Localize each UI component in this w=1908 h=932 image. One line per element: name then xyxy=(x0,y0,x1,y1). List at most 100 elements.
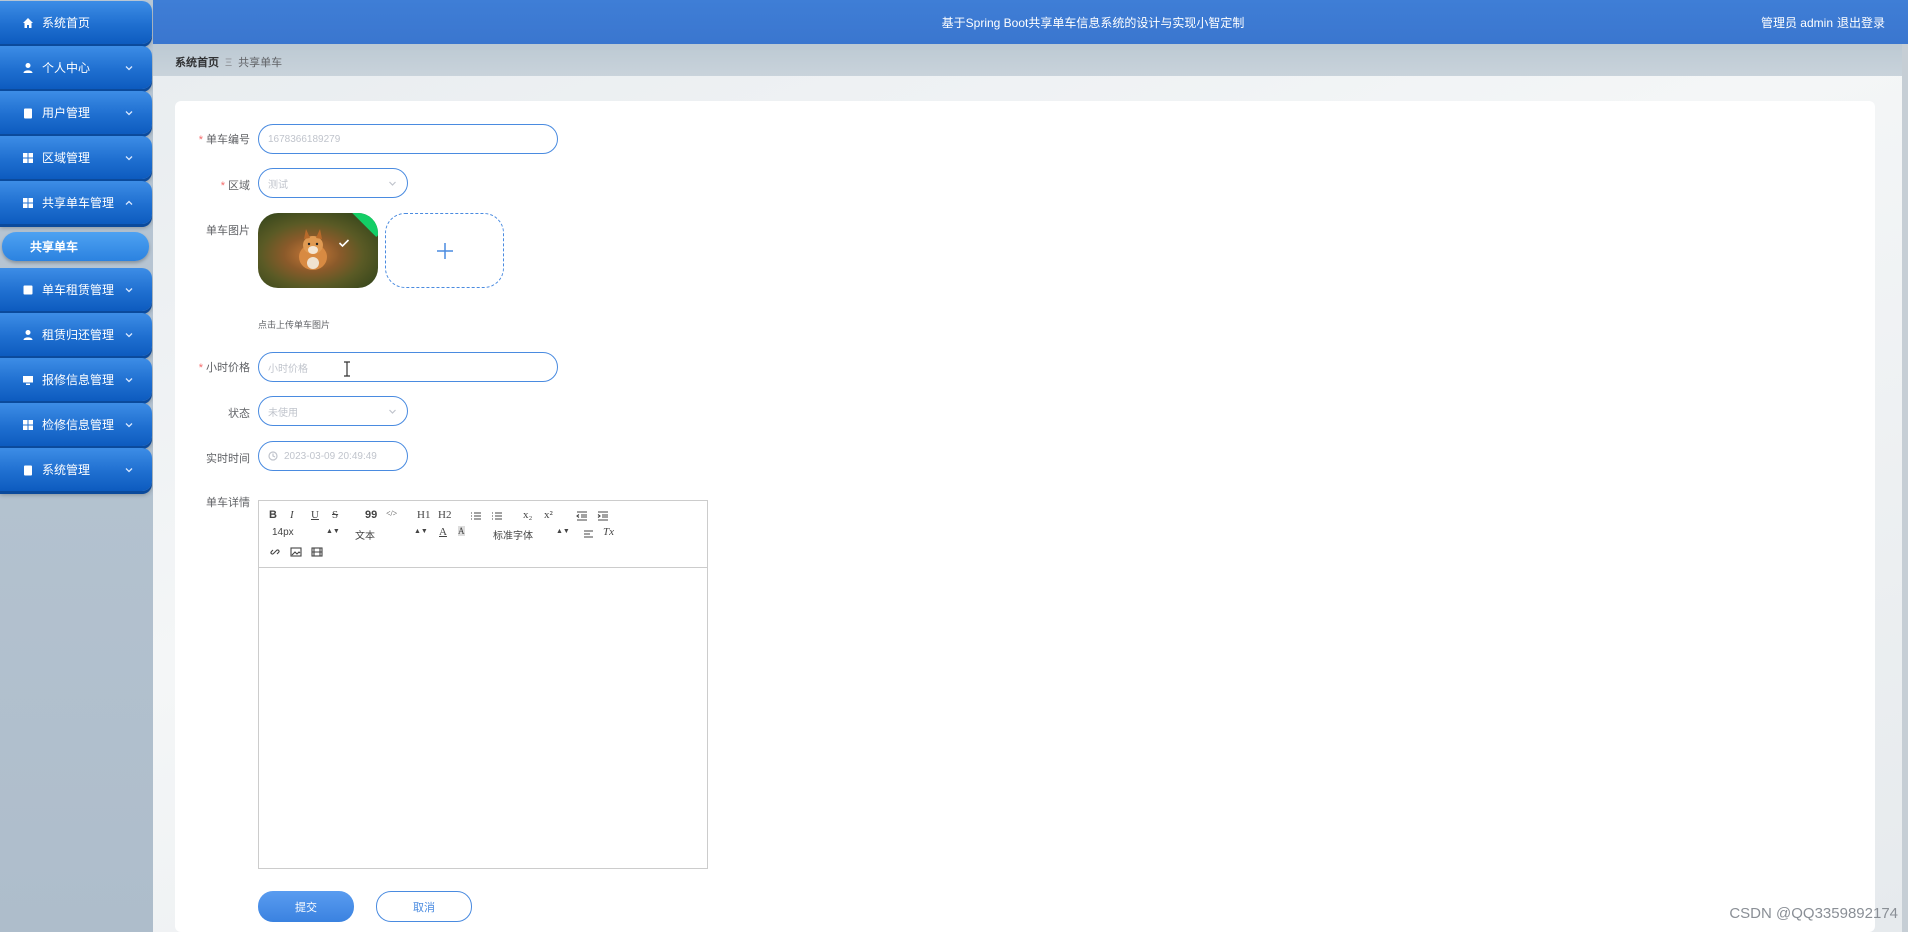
plus-icon xyxy=(436,242,454,260)
menu-label: 系统首页 xyxy=(42,16,91,30)
menu-item-return[interactable]: 租赁归还管理 xyxy=(0,313,152,356)
clipboard-icon xyxy=(21,106,34,119)
page-scrollbar[interactable] xyxy=(1902,44,1908,932)
menu-label: 共享单车管理 xyxy=(42,196,115,210)
font-color-button[interactable]: A xyxy=(439,526,447,538)
current-user: 管理员 admin xyxy=(1760,16,1833,30)
clock-icon xyxy=(268,451,278,461)
sidebar: 系统首页 个人中心 用户管理 区域管理 共享单车管理 共享单车 单车租赁管理 租… xyxy=(0,0,153,932)
breadcrumb-separator: Ξ xyxy=(225,57,233,69)
menu-label: 单车租赁管理 xyxy=(42,283,115,297)
menu-item-home[interactable]: 系统首页 xyxy=(0,1,152,44)
fox-image xyxy=(299,229,327,270)
chevron-down-icon xyxy=(124,419,134,429)
menu-label: 报修信息管理 xyxy=(42,373,115,387)
image-label: 单车图片 xyxy=(206,225,250,237)
status-label: 状态 xyxy=(228,408,250,420)
check-icon xyxy=(338,237,350,248)
chevron-down-icon xyxy=(124,62,134,72)
bike-no-label: * 单车编号 xyxy=(198,134,250,146)
price-input[interactable]: 小时价格 xyxy=(258,352,558,382)
breadcrumb: 系统首页 Ξ 共享单车 xyxy=(175,54,282,70)
image-upload-button[interactable] xyxy=(385,213,504,288)
menu-item-repair[interactable]: 报修信息管理 xyxy=(0,358,152,401)
area-select[interactable]: 测试 xyxy=(258,168,408,198)
chevron-down-icon xyxy=(124,464,134,474)
superscript-button[interactable]: x² xyxy=(544,509,553,521)
logout-link[interactable]: 退出登录 xyxy=(1837,14,1885,31)
text-type-select[interactable]: 文本 ▲▼ xyxy=(355,527,428,542)
menu-label: 用户管理 xyxy=(42,106,91,120)
breadcrumb-current: 共享单车 xyxy=(238,57,283,69)
text-cursor-icon xyxy=(343,361,351,377)
video-icon[interactable] xyxy=(311,546,323,557)
outdent-icon[interactable] xyxy=(576,510,588,521)
italic-button[interactable]: I xyxy=(290,509,294,521)
font-family-select[interactable]: 标准字体 ▲▼ xyxy=(493,527,570,542)
bike-no-input[interactable]: 1678366189279 xyxy=(258,124,558,154)
user-icon xyxy=(21,61,34,74)
chart-icon xyxy=(21,283,34,296)
menu-item-personal[interactable]: 个人中心 xyxy=(0,46,152,89)
price-label: * 小时价格 xyxy=(198,362,250,374)
area-label: * 区域 xyxy=(220,180,250,192)
person-icon xyxy=(21,328,34,341)
editor-toolbar: B I U S 99 </> H1 H2 x₂ x² 14px ▲▼ 文本 ▲▼ A… xyxy=(259,501,707,568)
link-icon[interactable] xyxy=(269,546,281,556)
chevron-down-icon xyxy=(388,407,397,416)
blockquote-button[interactable]: 99 xyxy=(365,509,377,521)
ordered-list-icon[interactable] xyxy=(470,510,482,520)
app-title: 基于Spring Boot共享单车信息系统的设计与实现小智定制 xyxy=(941,16,1245,30)
chevron-down-icon xyxy=(124,374,134,384)
watermark: CSDN @QQ3359892174 xyxy=(1729,905,1898,922)
menu-label: 租赁归还管理 xyxy=(42,328,115,342)
rich-text-editor[interactable]: B I U S 99 </> H1 H2 x₂ x² 14px ▲▼ 文本 ▲▼ A… xyxy=(258,500,708,869)
strike-button[interactable]: S xyxy=(332,509,338,521)
monitor-icon xyxy=(21,373,34,386)
chevron-down-icon xyxy=(124,329,134,339)
top-header: 基于Spring Boot共享单车信息系统的设计与实现小智定制 管理员 admi… xyxy=(153,0,1908,44)
menu-item-users[interactable]: 用户管理 xyxy=(0,91,152,134)
bold-button[interactable]: B xyxy=(269,509,277,521)
breadcrumb-home[interactable]: 系统首页 xyxy=(175,57,219,69)
menu-label: 检修信息管理 xyxy=(42,418,115,432)
code-button[interactable]: </> xyxy=(386,509,397,518)
grid-icon xyxy=(21,196,34,209)
image-icon[interactable] xyxy=(290,546,302,557)
home-icon xyxy=(21,16,34,29)
submit-button[interactable]: 提交 xyxy=(258,891,354,922)
menu-label: 个人中心 xyxy=(42,61,91,75)
subscript-button[interactable]: x₂ xyxy=(523,509,532,521)
success-badge xyxy=(347,213,378,238)
chevron-down-icon xyxy=(124,152,134,162)
grid-icon xyxy=(21,418,34,431)
uploaded-image-thumbnail[interactable] xyxy=(258,213,378,288)
chevron-down-icon xyxy=(124,107,134,117)
chevron-up-icon xyxy=(124,197,134,207)
chevron-down-icon xyxy=(124,284,134,294)
menu-item-area[interactable]: 区域管理 xyxy=(0,136,152,179)
clear-format-button[interactable]: Tx xyxy=(603,526,614,538)
detail-label: 单车详情 xyxy=(206,497,250,509)
menu-item-rental[interactable]: 单车租赁管理 xyxy=(0,268,152,311)
align-icon[interactable] xyxy=(583,528,595,538)
indent-icon[interactable] xyxy=(597,510,609,521)
background-color-button[interactable]: A xyxy=(458,526,465,536)
menu-item-inspection[interactable]: 检修信息管理 xyxy=(0,403,152,446)
status-select[interactable]: 未使用 xyxy=(258,396,408,426)
time-picker[interactable]: 2023-03-09 20:49:49 xyxy=(258,441,408,471)
breadcrumb-bar: 系统首页 Ξ 共享单车 xyxy=(153,44,1902,76)
menu-label: 区域管理 xyxy=(42,151,91,165)
font-size-select[interactable]: 14px ▲▼ xyxy=(272,527,340,538)
h1-button[interactable]: H1 xyxy=(417,509,430,521)
h2-button[interactable]: H2 xyxy=(438,509,451,521)
chevron-down-icon xyxy=(388,179,397,188)
menu-item-bikes[interactable]: 共享单车管理 xyxy=(0,181,152,224)
cancel-button[interactable]: 取消 xyxy=(376,891,472,922)
time-label: 实时时间 xyxy=(206,453,250,465)
submenu-item-shared-bike[interactable]: 共享单车 xyxy=(2,232,149,261)
menu-item-system[interactable]: 系统管理 xyxy=(0,448,152,491)
underline-button[interactable]: U xyxy=(311,509,319,521)
bullet-list-icon[interactable] xyxy=(491,510,503,520)
upload-hint: 点击上传单车图片 xyxy=(258,320,331,330)
